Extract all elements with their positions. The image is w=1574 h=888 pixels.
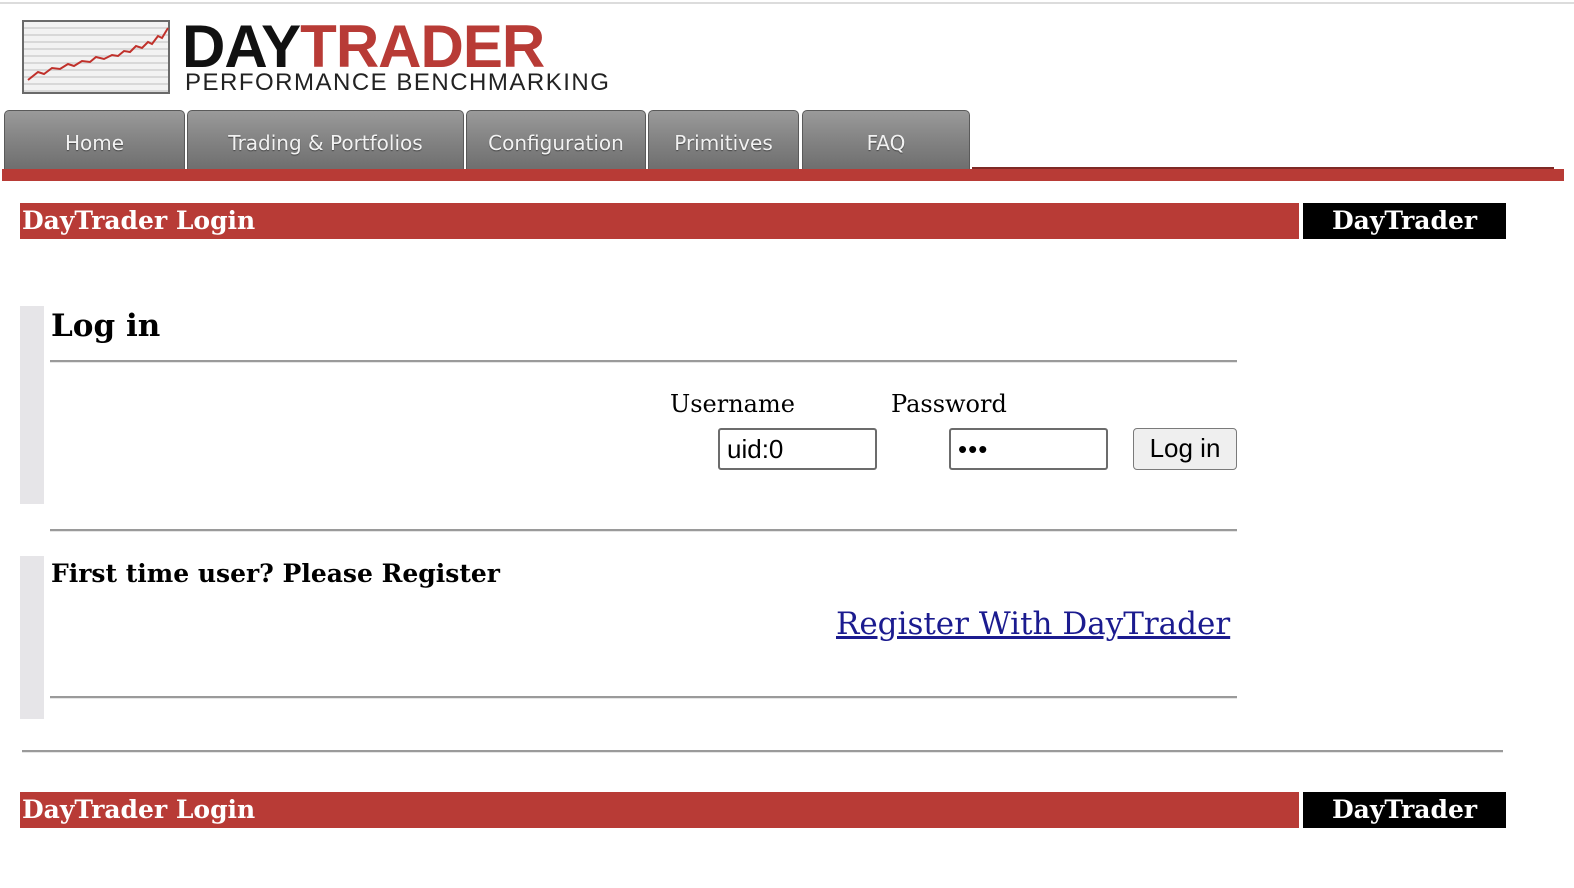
page-title: DayTrader Login xyxy=(20,203,1299,239)
password-input[interactable]: ••• xyxy=(949,428,1108,470)
tab-home[interactable]: Home xyxy=(4,110,185,170)
tab-trading-portfolios[interactable]: Trading & Portfolios xyxy=(187,110,464,170)
logo-subtitle: PERFORMANCE BENCHMARKING xyxy=(185,69,611,96)
divider xyxy=(50,696,1237,699)
login-heading: Log in xyxy=(51,308,161,344)
register-side-accent xyxy=(20,556,44,719)
chart-logo-icon xyxy=(22,20,170,94)
register-link[interactable]: Register With DayTrader xyxy=(836,604,1230,644)
top-rule xyxy=(0,2,1574,4)
footer-divider xyxy=(22,750,1503,753)
daytrader-logo: DAYTRADER PERFORMANCE BENCHMARKING xyxy=(22,13,622,100)
username-label: Username xyxy=(670,390,795,418)
divider xyxy=(50,529,1237,532)
tab-faq[interactable]: FAQ xyxy=(802,110,970,170)
divider xyxy=(50,360,1237,363)
tab-configuration[interactable]: Configuration xyxy=(466,110,646,170)
footer-title: DayTrader Login xyxy=(20,792,1299,828)
nav-underline-bar xyxy=(2,169,1564,181)
login-side-accent xyxy=(20,306,44,504)
password-label: Password xyxy=(891,390,1007,418)
username-input[interactable]: uid:0 xyxy=(718,428,877,470)
tab-primitives[interactable]: Primitives xyxy=(648,110,799,170)
top-title-bar: DayTrader Login DayTrader xyxy=(20,203,1506,239)
footer-brand-label: DayTrader xyxy=(1303,792,1506,828)
bottom-title-bar: DayTrader Login DayTrader xyxy=(20,792,1506,828)
login-button[interactable]: Log in xyxy=(1133,428,1237,470)
brand-label: DayTrader xyxy=(1303,203,1506,239)
register-prompt: First time user? Please Register xyxy=(51,559,500,588)
